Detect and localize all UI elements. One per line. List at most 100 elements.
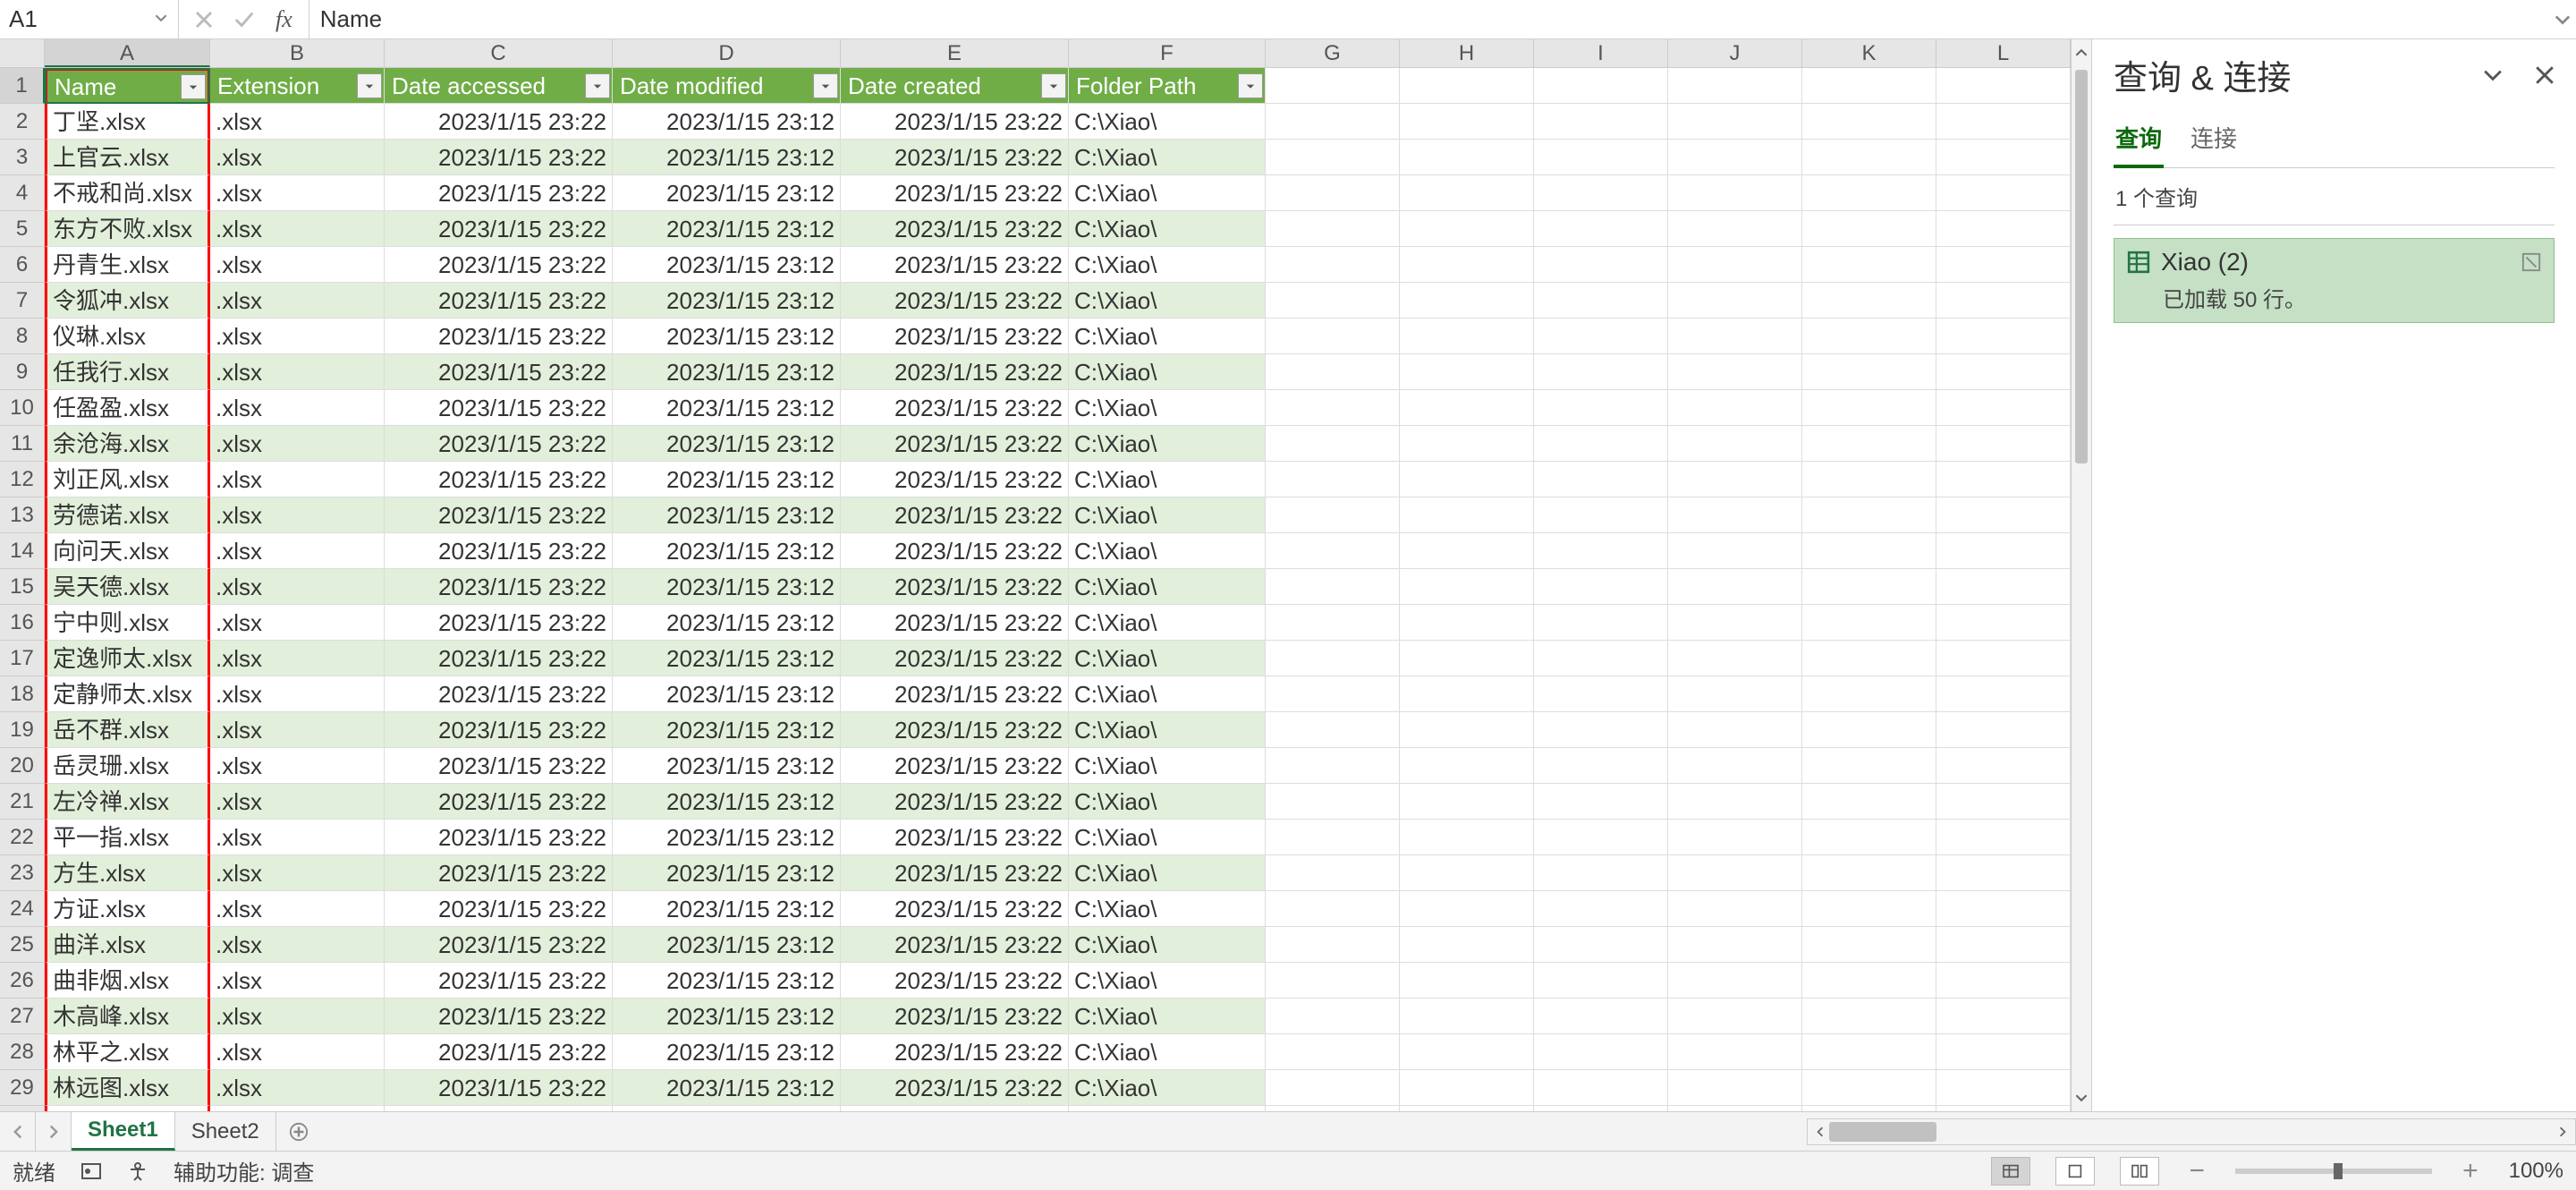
row-header[interactable]: 19 (0, 712, 45, 748)
cell-name[interactable]: 不戒和尚.xlsx (45, 175, 210, 211)
cell-date-modified[interactable]: 2023/1/15 23:12 (613, 390, 841, 426)
cell-empty[interactable] (1266, 533, 1400, 569)
cell-date-created[interactable]: 2023/1/15 23:22 (841, 462, 1069, 497)
cell-empty[interactable] (1936, 605, 2071, 641)
cell-folder-path[interactable]: C:\Xiao\ (1069, 497, 1266, 533)
cell-date-modified[interactable]: 2023/1/15 23:12 (613, 999, 841, 1034)
query-item[interactable]: Xiao (2) 已加载 50 行。 (2114, 238, 2555, 323)
cell-empty[interactable] (1534, 784, 1668, 820)
cell-empty[interactable] (1400, 354, 1534, 390)
cell-extension[interactable]: .xlsx (210, 426, 385, 462)
cell-empty[interactable] (1400, 712, 1534, 748)
cell-date-accessed[interactable]: 2023/1/15 23:22 (385, 104, 613, 140)
cell-date-modified[interactable]: 2023/1/15 23:12 (613, 283, 841, 319)
scroll-right-icon[interactable] (2550, 1119, 2575, 1144)
cell-folder-path[interactable]: C:\Xiao\ (1069, 569, 1266, 605)
cell-date-created[interactable]: 2023/1/15 23:22 (841, 247, 1069, 283)
cell-empty[interactable] (1400, 283, 1534, 319)
cell-date-accessed[interactable]: 2023/1/15 23:22 (385, 605, 613, 641)
cell-empty[interactable] (1668, 855, 1802, 891)
cell-extension[interactable]: .xlsx (210, 1034, 385, 1070)
cell-date-modified[interactable]: 2023/1/15 23:12 (613, 820, 841, 855)
cell-empty[interactable] (1668, 247, 1802, 283)
sheet-tab-1[interactable]: Sheet1 (72, 1112, 175, 1151)
cell-empty[interactable] (1668, 1106, 1802, 1111)
cell-extension[interactable]: .xlsx (210, 175, 385, 211)
cell-extension[interactable]: .xlsx (210, 283, 385, 319)
new-sheet-icon[interactable] (276, 1112, 321, 1151)
cell-empty[interactable] (1936, 641, 2071, 676)
cell-empty[interactable] (1668, 175, 1802, 211)
cell-empty[interactable] (1802, 140, 1936, 175)
cell-extension[interactable]: .xlsx (210, 927, 385, 963)
cell-folder-path[interactable]: C:\Xiao\ (1069, 1106, 1266, 1111)
cell-folder-path[interactable]: C:\Xiao\ (1069, 784, 1266, 820)
column-header-H[interactable]: H (1400, 39, 1534, 67)
cell-date-modified[interactable]: 2023/1/15 23:12 (613, 569, 841, 605)
cell-empty[interactable] (1802, 1070, 1936, 1106)
cell-empty[interactable] (1534, 426, 1668, 462)
cell-empty[interactable] (1400, 891, 1534, 927)
cell-empty[interactable] (1936, 1034, 2071, 1070)
cell-date-accessed[interactable]: 2023/1/15 23:22 (385, 390, 613, 426)
cell-name[interactable]: 林震南.xlsx (45, 1106, 210, 1111)
cell-date-accessed[interactable]: 2023/1/15 23:22 (385, 462, 613, 497)
cell-empty[interactable] (1802, 891, 1936, 927)
cell-extension[interactable]: .xlsx (210, 497, 385, 533)
column-header-D[interactable]: D (613, 39, 841, 67)
row-header[interactable]: 2 (0, 104, 45, 140)
cell-date-modified[interactable]: 2023/1/15 23:12 (613, 712, 841, 748)
cell-empty[interactable] (1534, 641, 1668, 676)
cell-date-accessed[interactable]: 2023/1/15 23:22 (385, 963, 613, 999)
sheet-nav-next-icon[interactable] (36, 1112, 72, 1151)
cell-empty[interactable] (1668, 605, 1802, 641)
cell-date-modified[interactable]: 2023/1/15 23:12 (613, 140, 841, 175)
view-normal-icon[interactable] (1991, 1157, 2030, 1186)
row-header[interactable]: 5 (0, 211, 45, 247)
scroll-down-icon[interactable] (2072, 1084, 2091, 1111)
cell-date-created[interactable]: 2023/1/15 23:22 (841, 140, 1069, 175)
cell-empty[interactable] (1936, 462, 2071, 497)
cell-empty[interactable] (1802, 927, 1936, 963)
cell-date-accessed[interactable]: 2023/1/15 23:22 (385, 175, 613, 211)
cell-empty[interactable] (1534, 963, 1668, 999)
cell-date-modified[interactable]: 2023/1/15 23:12 (613, 1070, 841, 1106)
zoom-in-icon[interactable]: + (2457, 1156, 2484, 1186)
cell-empty[interactable] (1936, 283, 2071, 319)
cell-date-accessed[interactable]: 2023/1/15 23:22 (385, 712, 613, 748)
cell-empty[interactable] (1802, 820, 1936, 855)
cell-empty[interactable] (1668, 712, 1802, 748)
table-header-date-modified[interactable]: Date modified (613, 68, 841, 104)
cell-folder-path[interactable]: C:\Xiao\ (1069, 1070, 1266, 1106)
cell-empty[interactable] (1802, 68, 1936, 104)
cell-extension[interactable]: .xlsx (210, 820, 385, 855)
cell-empty[interactable] (1802, 211, 1936, 247)
cell-extension[interactable]: .xlsx (210, 354, 385, 390)
cell-empty[interactable] (1802, 605, 1936, 641)
cell-empty[interactable] (1266, 319, 1400, 354)
cell-empty[interactable] (1400, 963, 1534, 999)
cell-empty[interactable] (1668, 390, 1802, 426)
column-header-J[interactable]: J (1668, 39, 1802, 67)
cell-date-created[interactable]: 2023/1/15 23:22 (841, 605, 1069, 641)
cell-empty[interactable] (1266, 820, 1400, 855)
cell-empty[interactable] (1534, 569, 1668, 605)
cell-folder-path[interactable]: C:\Xiao\ (1069, 927, 1266, 963)
row-header[interactable]: 22 (0, 820, 45, 855)
cell-empty[interactable] (1802, 855, 1936, 891)
view-page-break-icon[interactable] (2120, 1157, 2159, 1186)
cell-empty[interactable] (1400, 676, 1534, 712)
select-all-corner[interactable] (0, 39, 45, 67)
cell-empty[interactable] (1266, 891, 1400, 927)
cell-empty[interactable] (1668, 927, 1802, 963)
row-header[interactable]: 25 (0, 927, 45, 963)
cell-date-created[interactable]: 2023/1/15 23:22 (841, 497, 1069, 533)
cell-date-accessed[interactable]: 2023/1/15 23:22 (385, 354, 613, 390)
cell-empty[interactable] (1802, 641, 1936, 676)
table-header-date-accessed[interactable]: Date accessed (385, 68, 613, 104)
row-header[interactable]: 24 (0, 891, 45, 927)
cell-empty[interactable] (1534, 999, 1668, 1034)
column-header-I[interactable]: I (1534, 39, 1668, 67)
cell-extension[interactable]: .xlsx (210, 855, 385, 891)
row-header[interactable]: 28 (0, 1034, 45, 1070)
